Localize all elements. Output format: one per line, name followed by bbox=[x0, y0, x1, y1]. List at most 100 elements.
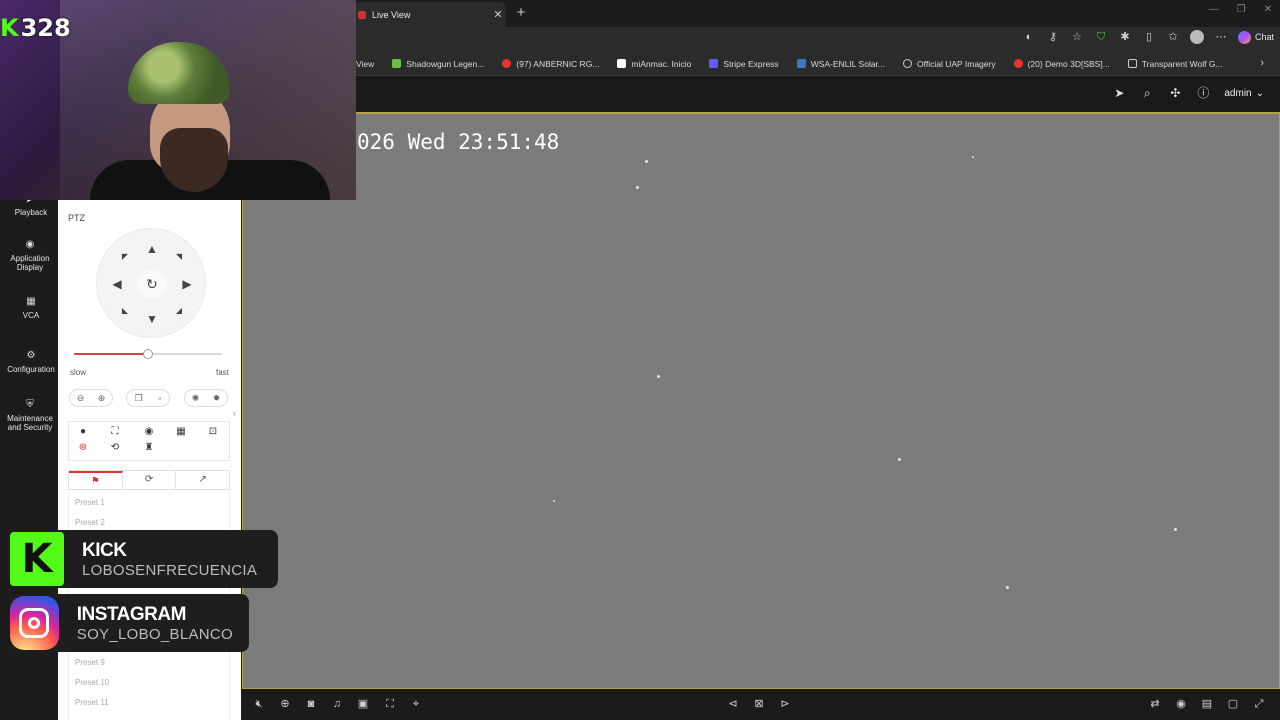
layout-icon[interactable]: ▤ bbox=[1200, 697, 1214, 711]
more-menu-icon[interactable]: ⋯ bbox=[1214, 30, 1228, 44]
new-tab-button[interactable]: + bbox=[512, 4, 530, 22]
stop-all-icon[interactable]: ⊠ bbox=[752, 697, 766, 711]
focus-near-icon[interactable]: ❐ bbox=[135, 393, 143, 404]
info-icon[interactable]: ⓘ bbox=[1196, 86, 1210, 100]
r-icon bbox=[617, 59, 627, 68]
region-icon[interactable]: ⛶ bbox=[383, 697, 397, 711]
tab-pattern-icon[interactable]: ↗ bbox=[176, 471, 229, 489]
bookmark-label: Official UAP Imagery bbox=[917, 58, 996, 69]
user-menu[interactable]: admin ⌄ bbox=[1224, 88, 1264, 99]
nav-item-vca[interactable]: ▦ VCA bbox=[0, 296, 62, 320]
target-icon[interactable]: ⌖ bbox=[409, 697, 423, 711]
bookmark-label: miAnmac. Inicio bbox=[631, 58, 692, 69]
profile-avatar[interactable] bbox=[1189, 30, 1204, 44]
pan-down-right-arrow-icon[interactable]: ◢ bbox=[171, 303, 187, 319]
list-item[interactable]: Preset 11 bbox=[75, 698, 109, 707]
copilot-chat-button[interactable]: Chat bbox=[1237, 30, 1274, 44]
bookmark-transparent-wolf[interactable]: Transparent Wolf G... bbox=[1127, 58, 1223, 69]
ptz-speed-slider[interactable] bbox=[74, 349, 222, 359]
puzzle-icon[interactable]: ✣ bbox=[1168, 86, 1182, 100]
search-icon[interactable]: ⌕ bbox=[1140, 86, 1154, 100]
video-osd-timestamp: 026 Wed 23:51:48 bbox=[357, 130, 560, 154]
minimize-button[interactable]: — bbox=[1209, 4, 1219, 15]
bookmark-label: Shadowgun Legen... bbox=[406, 58, 485, 69]
region-focus-icon[interactable]: ⊡ bbox=[207, 426, 219, 438]
tab-live-view[interactable]: Live View ✕ bbox=[350, 2, 506, 27]
bookmark-view[interactable]: View bbox=[356, 59, 374, 69]
bookmark-label: (20) Demo 3D[SBS]... bbox=[1027, 58, 1110, 69]
fullscreen-icon[interactable]: ⤢ bbox=[1252, 697, 1266, 711]
mute-icon[interactable]: 🔇︎ bbox=[252, 697, 266, 711]
zoom-area-icon[interactable]: ⊛ bbox=[77, 442, 89, 454]
tab-preset-flag-icon[interactable]: ⚑ bbox=[69, 471, 123, 489]
focus-far-icon[interactable]: ▫ bbox=[158, 393, 161, 403]
key-icon[interactable]: ⚷ bbox=[1046, 30, 1060, 44]
bookmarks-more-chevron-icon[interactable]: › bbox=[1260, 57, 1264, 69]
bookmark-wsa-enlil[interactable]: WSA-ENLIL Solar... bbox=[796, 59, 885, 69]
star-dot bbox=[636, 186, 639, 189]
park-icon[interactable]: ♜ bbox=[143, 442, 155, 454]
bookmark-label: Transparent Wolf G... bbox=[1141, 58, 1223, 69]
pan-up-right-arrow-icon[interactable]: ◥ bbox=[171, 249, 187, 265]
speed-slider-thumb[interactable] bbox=[143, 349, 153, 359]
list-item[interactable]: Preset 9 bbox=[75, 658, 105, 667]
copilot-icon bbox=[1237, 30, 1251, 44]
zoom-out-icon[interactable]: ⊖ bbox=[77, 393, 85, 404]
collapse-panel-chevron-icon[interactable]: ‹ bbox=[233, 408, 236, 418]
kick-viewer-badge: K 328 bbox=[0, 14, 71, 42]
stream-type-icon[interactable]: ◉ bbox=[1174, 697, 1188, 711]
list-item[interactable]: Preset 2 bbox=[75, 518, 105, 527]
tab-close-button[interactable]: ✕ bbox=[490, 8, 506, 21]
bookmark-uap[interactable]: Official UAP Imagery bbox=[903, 59, 996, 69]
list-item[interactable]: Preset 1 bbox=[75, 498, 105, 507]
extensions-icon[interactable]: ✱ bbox=[1118, 30, 1132, 44]
manual-tracking-icon[interactable]: ⛶ bbox=[109, 426, 121, 438]
tab-patrol-icon[interactable]: ⟳ bbox=[123, 471, 177, 489]
maximize-button[interactable]: ❐ bbox=[1237, 4, 1246, 15]
iris-open-icon[interactable]: ✹ bbox=[213, 393, 221, 404]
record-icon[interactable]: ▣ bbox=[356, 697, 370, 711]
shield-icon[interactable]: ⛉ bbox=[1094, 30, 1108, 44]
translate-icon[interactable]: ◐ bbox=[1022, 30, 1036, 44]
nav-item-maintenance[interactable]: ⛨ Maintenance and Security bbox=[0, 399, 60, 432]
light-icon[interactable]: ● bbox=[77, 426, 89, 438]
header-tools: ➤ ⌕ ✣ ⓘ admin ⌄ bbox=[1112, 86, 1264, 100]
pan-left-arrow-icon[interactable]: ◀ bbox=[109, 276, 125, 292]
reset-icon[interactable]: ⟲ bbox=[109, 442, 121, 454]
capture-camera-icon[interactable]: ◙ bbox=[304, 697, 318, 711]
kick-label: KICK bbox=[82, 539, 127, 561]
nav-item-configuration[interactable]: ⚙ Configuration bbox=[0, 350, 62, 374]
split-screen-icon[interactable]: ▯ bbox=[1142, 30, 1156, 44]
pan-right-arrow-icon[interactable]: ▶ bbox=[179, 276, 195, 292]
digital-zoom-icon[interactable]: ⊕ bbox=[278, 697, 292, 711]
wiper-icon[interactable]: ◉ bbox=[143, 426, 155, 438]
previous-icon[interactable]: ⊲ bbox=[726, 697, 740, 711]
close-window-button[interactable]: ✕ bbox=[1264, 4, 1272, 15]
iris-close-icon[interactable]: ✺ bbox=[192, 393, 200, 404]
nav-item-application-display[interactable]: ◉ Application Display bbox=[0, 239, 60, 272]
live-video[interactable]: 026 Wed 23:51:48 bbox=[242, 113, 1280, 689]
pan-down-left-arrow-icon[interactable]: ◣ bbox=[117, 303, 133, 319]
bookmark-stripe[interactable]: Stripe Express bbox=[709, 59, 779, 69]
user-name: admin bbox=[1224, 87, 1252, 99]
window-icon[interactable]: ▢ bbox=[1226, 697, 1240, 711]
favorites-icon[interactable]: ✩ bbox=[1166, 30, 1180, 44]
send-icon[interactable]: ➤ bbox=[1112, 86, 1126, 100]
auto-rotate-icon[interactable]: ↻ bbox=[137, 269, 167, 299]
bookmark-shadowgun[interactable]: Shadowgun Legen... bbox=[392, 59, 484, 69]
microphone-icon[interactable]: ♫ bbox=[330, 697, 344, 711]
grid-icon[interactable]: ▦ bbox=[175, 426, 187, 438]
bookmark-mianmac[interactable]: miAnmac. Inicio bbox=[617, 59, 691, 69]
pan-down-arrow-icon[interactable]: ▼ bbox=[144, 311, 160, 327]
pan-up-arrow-icon[interactable]: ▲ bbox=[144, 241, 160, 257]
stream-settings-icon[interactable]: ⇄ bbox=[1148, 697, 1162, 711]
zoom-in-icon[interactable]: ⊕ bbox=[98, 393, 106, 404]
bookmark-demo-3d[interactable]: (20) Demo 3D[SBS]... bbox=[1013, 58, 1110, 69]
bookmark-anbernic[interactable]: (97) ANBERNIC RG... bbox=[502, 59, 599, 69]
list-item[interactable]: Preset 10 bbox=[75, 678, 109, 687]
zoom-group: ⊖ ⊕ bbox=[69, 389, 113, 407]
nav-label: VCA bbox=[22, 311, 40, 320]
next-icon[interactable]: ⊳ bbox=[778, 697, 792, 711]
pan-up-left-arrow-icon[interactable]: ◤ bbox=[117, 249, 133, 265]
favorite-star-icon[interactable]: ☆ bbox=[1070, 30, 1084, 44]
